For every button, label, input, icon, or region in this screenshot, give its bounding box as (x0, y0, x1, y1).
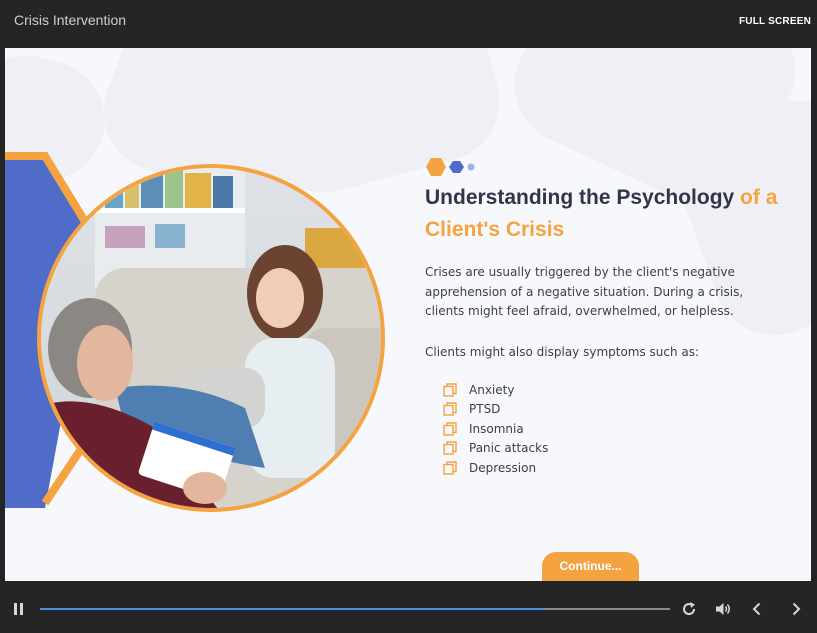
top-bar: Crisis Intervention FULL SCREEN (0, 0, 817, 46)
symptom-label: Panic attacks (469, 441, 549, 456)
pause-icon[interactable] (9, 599, 29, 619)
counseling-session-photo (5, 152, 385, 512)
copy-bullet-icon (443, 402, 457, 416)
player-controls (0, 584, 817, 633)
fullscreen-button[interactable]: FULL SCREEN (739, 16, 811, 27)
symptom-label: Insomnia (469, 421, 524, 436)
progress-fill (40, 608, 544, 610)
replay-icon[interactable] (679, 599, 699, 619)
list-item: PTSD (443, 400, 548, 420)
chevron-right-icon[interactable] (786, 599, 806, 619)
symptom-label: Anxiety (469, 382, 515, 397)
chevron-left-icon[interactable] (747, 599, 767, 619)
volume-icon[interactable] (713, 599, 733, 619)
course-player: Crisis Intervention FULL SCREEN Understa… (0, 0, 817, 633)
list-item: Insomnia (443, 419, 548, 439)
symptom-label: PTSD (469, 402, 501, 417)
list-item: Anxiety (443, 380, 548, 400)
slide-headline: Understanding the Psychology of a Client… (425, 182, 785, 246)
hexagon-dots-icon (426, 158, 475, 176)
copy-bullet-icon (443, 422, 457, 436)
slide: Understanding the Psychology of a Client… (5, 48, 811, 581)
symptom-label: Depression (469, 460, 537, 475)
list-item: Panic attacks (443, 439, 548, 459)
course-title: Crisis Intervention (14, 12, 127, 28)
copy-bullet-icon (443, 461, 457, 475)
progress-bar[interactable] (40, 608, 670, 610)
symptoms-intro: Clients might also display symptoms such… (425, 345, 700, 359)
continue-button[interactable]: Continue... (542, 552, 639, 581)
symptom-list: Anxiety PTSD Insomnia Panic attacks Depr… (443, 380, 548, 478)
copy-bullet-icon (443, 383, 457, 397)
copy-bullet-icon (443, 441, 457, 455)
headline-main: Understanding the Psychology (425, 186, 741, 209)
list-item: Depression (443, 458, 548, 478)
crisis-description: Crises are usually triggered by the clie… (425, 265, 744, 318)
